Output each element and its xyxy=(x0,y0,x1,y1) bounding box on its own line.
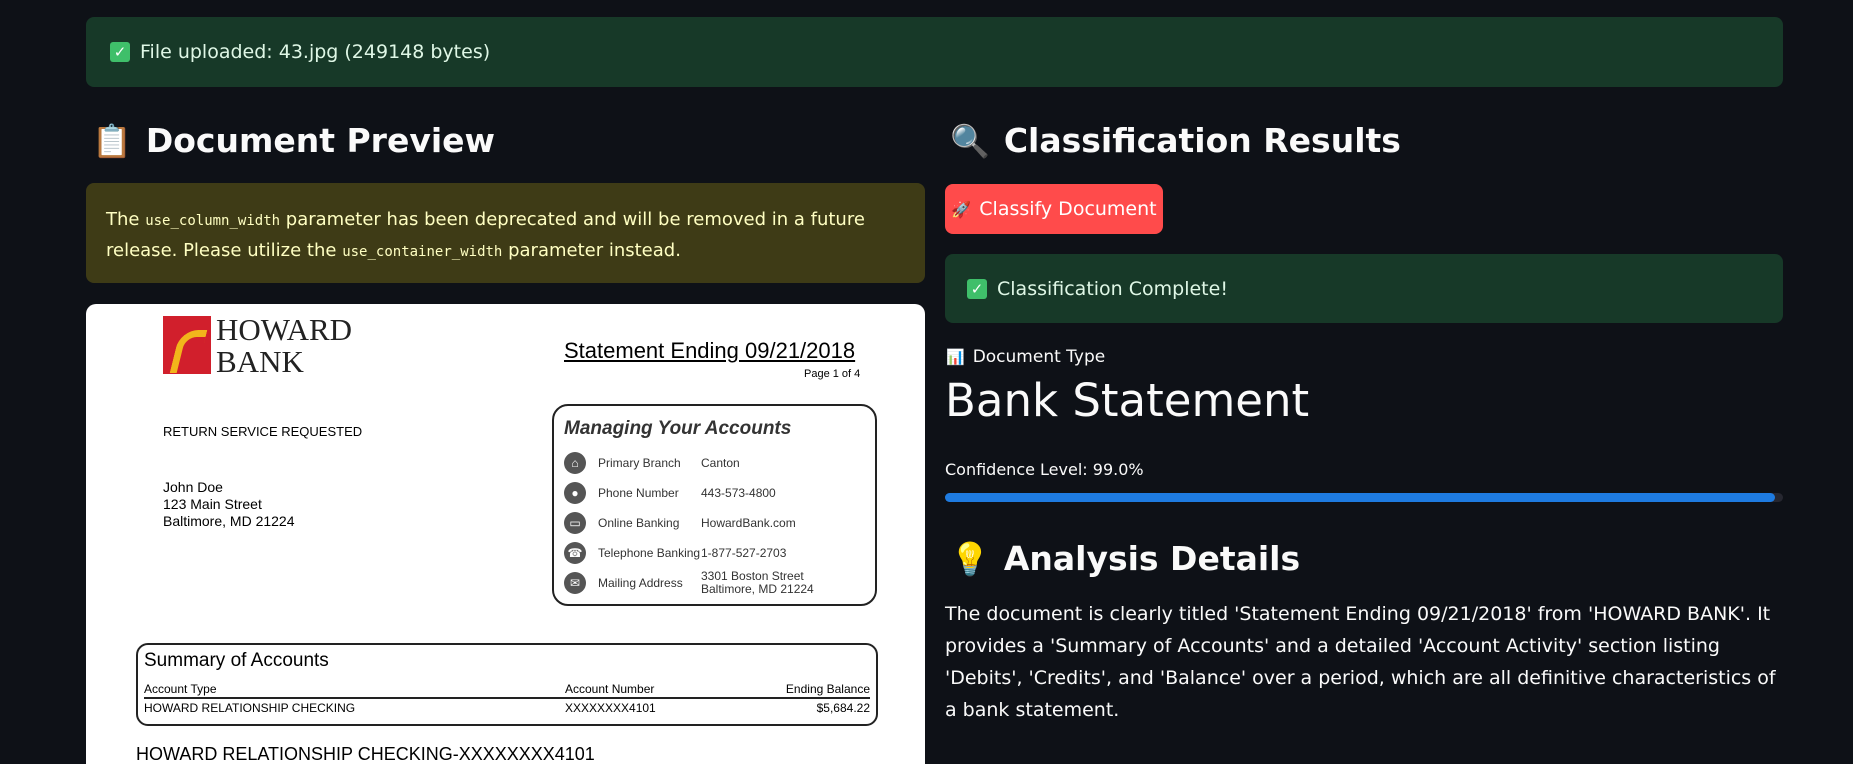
upload-banner-text: File uploaded: 43.jpg (249148 bytes) xyxy=(140,41,491,63)
page-number: Page 1 of 4 xyxy=(804,368,861,380)
bar-chart-icon: 📊 xyxy=(946,348,965,366)
summary-header: Account Type xyxy=(144,682,217,696)
customer-name: John Doe xyxy=(163,479,223,495)
computer-icon: ▭ xyxy=(564,512,586,534)
analysis-text: The document is clearly titled 'Statemen… xyxy=(945,603,1776,721)
bank-icon: ⌂ xyxy=(564,452,586,474)
bank-name-line1: HOWARD xyxy=(216,312,353,347)
summary-of-accounts: Summary of Accounts Account Type Account… xyxy=(136,643,878,726)
person-icon: ● xyxy=(564,482,586,504)
telephone-icon: ☎ xyxy=(564,542,586,564)
manage-value: 3301 Boston Street Baltimore, MD 21224 xyxy=(701,569,814,596)
managing-accounts-box: Managing Your Accounts ⌂ Primary Branch … xyxy=(552,404,877,606)
preview-heading: 📋 Document Preview xyxy=(92,121,495,160)
document-type-label-text: Document Type xyxy=(972,347,1106,367)
customer-address: John Doe 123 Main Street Baltimore, MD 2… xyxy=(163,479,295,530)
document-type-value: Bank Statement xyxy=(945,374,1310,427)
manage-label: Phone Number xyxy=(598,485,679,500)
summary-title: Summary of Accounts xyxy=(144,650,329,671)
manage-value: Canton xyxy=(701,455,740,470)
summary-header: Account Number xyxy=(565,682,655,696)
analysis-heading: 💡 Analysis Details xyxy=(950,539,1300,578)
customer-street: 123 Main Street xyxy=(163,496,262,512)
summary-header: Ending Balance xyxy=(785,682,870,696)
clipboard-icon: 📋 xyxy=(92,121,132,160)
confidence-progress-fill xyxy=(945,493,1775,502)
check-icon: ✓ xyxy=(110,42,130,62)
warning-text-1: The xyxy=(106,209,146,230)
document-preview-image: HOWARD BANK Statement Ending 09/21/2018 … xyxy=(86,304,925,764)
classify-document-button[interactable]: 🚀 Classify Document xyxy=(945,184,1163,234)
bank-name-line2: BANK xyxy=(216,344,304,379)
success-text: Classification Complete! xyxy=(997,277,1228,300)
warning-text-3: parameter instead. xyxy=(502,240,681,261)
manage-label: Mailing Address xyxy=(598,575,683,590)
deprecation-warning: The use_column_width parameter has been … xyxy=(86,183,925,283)
confidence-label: Confidence Level: 99.0% xyxy=(945,460,1144,479)
classification-complete-banner: ✓ Classification Complete! xyxy=(945,254,1783,323)
document-type-label: 📊 Document Type xyxy=(946,347,1105,367)
table-row: HOWARD RELATIONSHIP CHECKING XXXXXXXX410… xyxy=(144,699,870,715)
manage-value: HowardBank.com xyxy=(701,515,796,530)
warning-code-1: use_column_width xyxy=(145,213,281,229)
manage-row: ▭ Online Banking HowardBank.com xyxy=(564,508,865,538)
manage-row: ● Phone Number 443-573-4800 xyxy=(564,478,865,508)
manage-row: ☎ Telephone Banking 1-877-527-2703 xyxy=(564,538,865,568)
summary-cell: $5,684.22 xyxy=(816,701,870,715)
classify-button-label: Classify Document xyxy=(979,198,1157,220)
bank-logo-icon xyxy=(163,316,211,374)
return-notice: RETURN SERVICE REQUESTED xyxy=(163,424,363,439)
customer-city: Baltimore, MD 21224 xyxy=(163,513,295,529)
manage-label: Telephone Banking xyxy=(598,545,701,560)
magnifier-icon: 🔍 xyxy=(950,121,990,160)
manage-row: ⌂ Primary Branch Canton xyxy=(564,448,865,478)
manage-value: 1-877-527-2703 xyxy=(701,545,787,560)
analysis-heading-text: Analysis Details xyxy=(1003,539,1301,578)
preview-heading-text: Document Preview xyxy=(145,121,496,160)
manage-value: 443-573-4800 xyxy=(701,485,776,500)
summary-header-row: Account Type Account Number Ending Balan… xyxy=(144,682,870,699)
manage-label: Primary Branch xyxy=(598,455,681,470)
summary-cell: HOWARD RELATIONSHIP CHECKING xyxy=(144,701,356,715)
account-heading: HOWARD RELATIONSHIP CHECKING-XXXXXXXX410… xyxy=(136,744,595,764)
manage-label: Online Banking xyxy=(598,515,680,530)
summary-cell: XXXXXXXX4101 xyxy=(565,701,656,715)
manage-row: ✉ Mailing Address 3301 Boston Street Bal… xyxy=(564,568,865,598)
rocket-icon: 🚀 xyxy=(951,199,972,219)
bank-logo-text: HOWARD BANK xyxy=(216,314,352,378)
statement-title: Statement Ending 09/21/2018 xyxy=(564,338,856,363)
managing-accounts-title: Managing Your Accounts xyxy=(564,418,792,439)
lightbulb-icon: 💡 xyxy=(950,539,990,578)
upload-success-banner: ✓ File uploaded: 43.jpg (249148 bytes) xyxy=(86,17,1783,87)
mail-icon: ✉ xyxy=(564,572,586,594)
results-heading-text: Classification Results xyxy=(1003,121,1401,160)
check-icon: ✓ xyxy=(967,278,987,299)
confidence-progress-bar xyxy=(945,493,1783,502)
results-heading: 🔍 Classification Results xyxy=(950,121,1401,160)
warning-code-2: use_container_width xyxy=(342,244,503,260)
